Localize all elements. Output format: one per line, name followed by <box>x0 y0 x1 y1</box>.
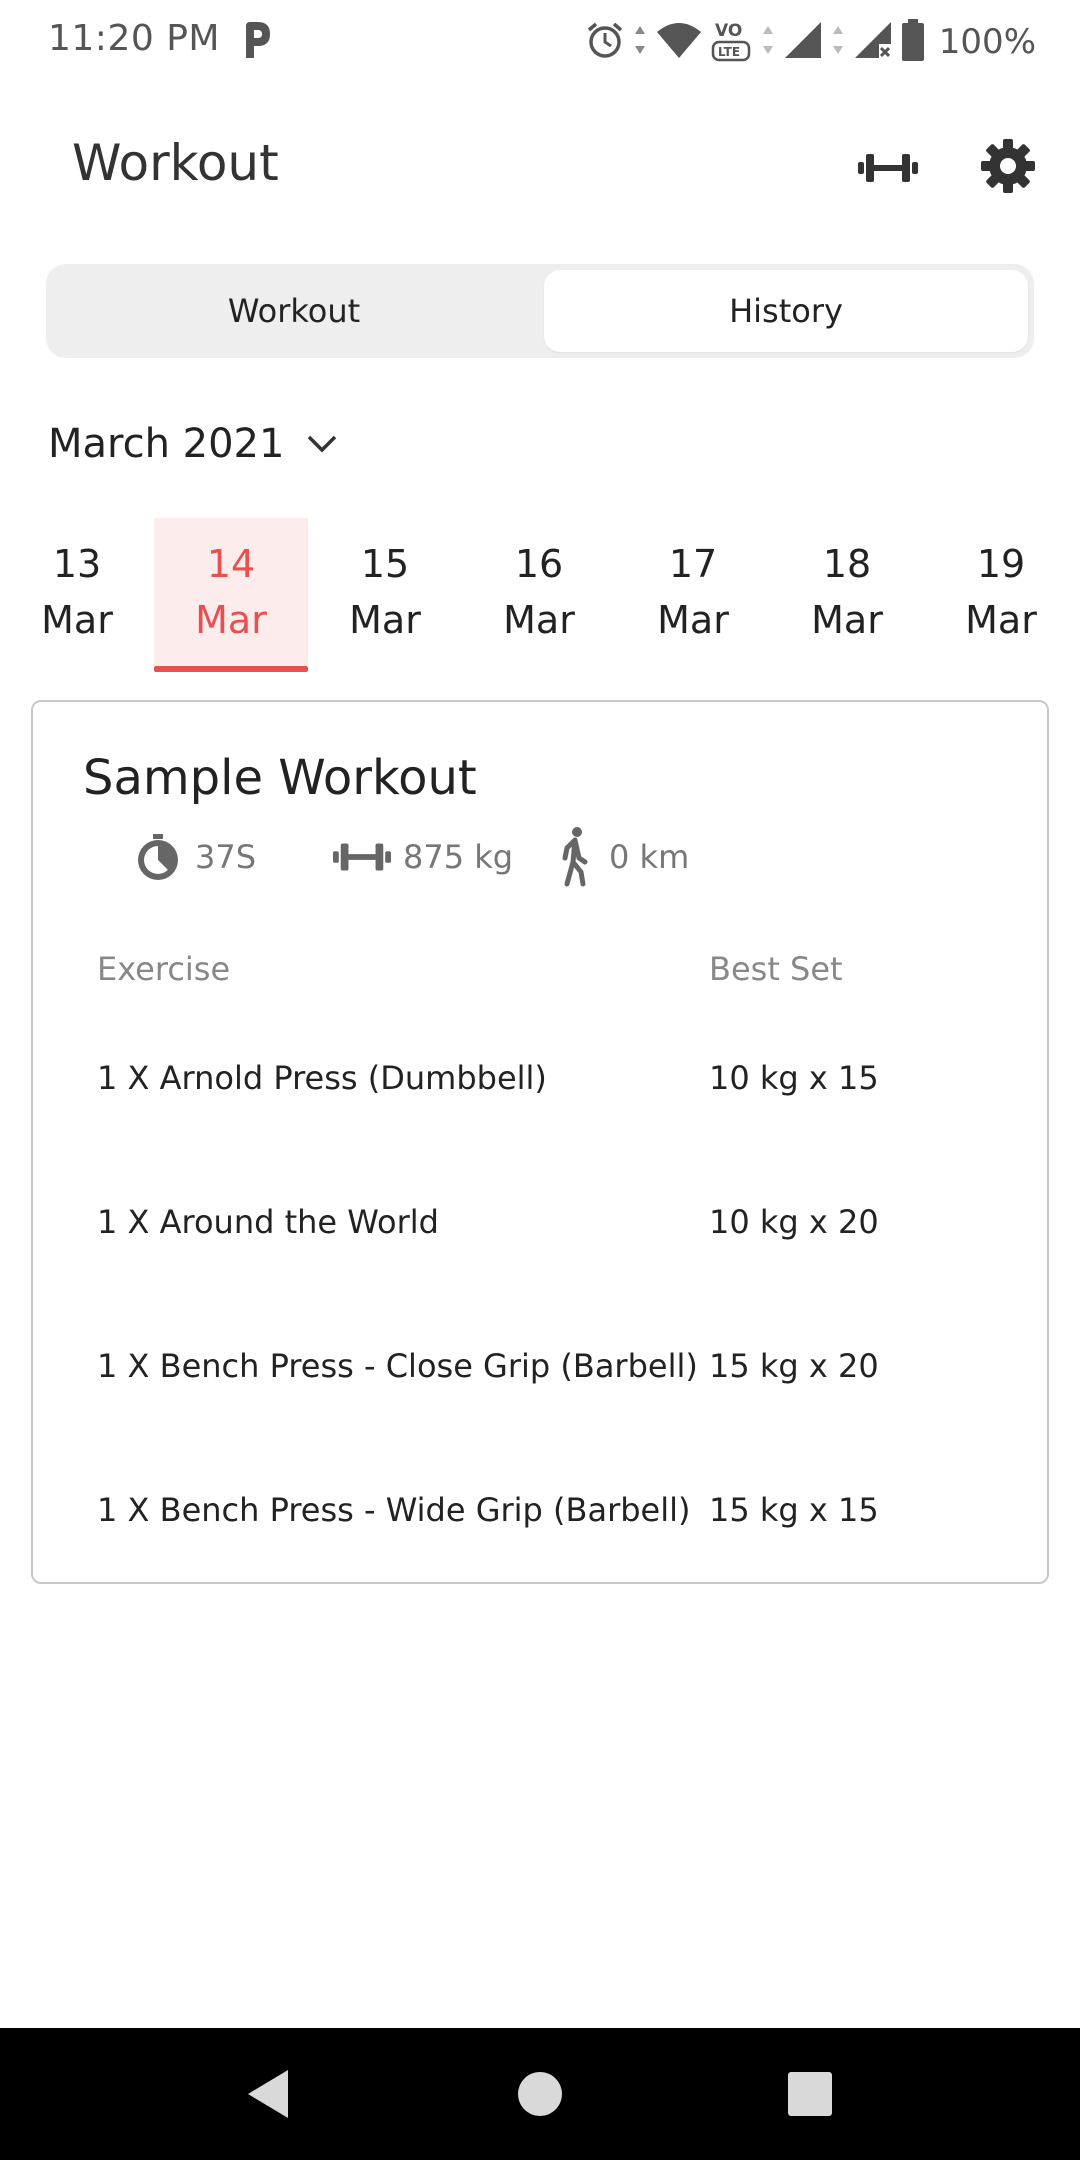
exercise-name: 1 X Around the World <box>97 1203 439 1241</box>
workout-card[interactable]: Sample Workout 37S 875 kg 0 km Exercise … <box>31 700 1049 1584</box>
date-day: 13 <box>52 542 102 586</box>
date-day: 16 <box>514 542 564 586</box>
exercise-column-header: Exercise <box>97 950 231 988</box>
date-item-14[interactable]: 14 Mar <box>154 518 308 672</box>
date-month: Mar <box>41 598 113 642</box>
status-time: 11:20 PM <box>48 18 220 59</box>
exercise-best-set: 15 kg x 20 <box>709 1347 879 1385</box>
date-item-16[interactable]: 16 Mar <box>462 518 616 666</box>
view-tabs: Workout History <box>46 264 1034 358</box>
exercise-best-set: 10 kg x 15 <box>709 1059 879 1097</box>
stat-duration: 37S <box>133 822 256 892</box>
home-button[interactable] <box>510 2064 570 2124</box>
alarm-icon <box>585 20 625 64</box>
date-day: 14 <box>206 542 256 586</box>
exercise-row: 1 X Arnold Press (Dumbbell) 10 kg x 15 <box>33 1038 1047 1118</box>
signal-no-data-icon <box>853 20 893 64</box>
svg-text:LTE: LTE <box>718 45 740 59</box>
date-item-15[interactable]: 15 Mar <box>308 518 462 666</box>
distance-value: 0 km <box>609 838 690 876</box>
duration-value: 37S <box>195 838 257 876</box>
system-nav-bar <box>0 2028 1080 2160</box>
dumbbell-icon <box>333 843 391 871</box>
exercise-row: 1 X Around the World 10 kg x 20 <box>33 1182 1047 1262</box>
date-month: Mar <box>349 598 421 642</box>
stat-distance: 0 km <box>553 822 689 892</box>
date-item-13[interactable]: 13 Mar <box>0 518 154 666</box>
dumbbell-icon <box>858 154 918 182</box>
month-label: March 2021 <box>48 421 285 467</box>
status-bar: 11:20 PM VO LTE 100% <box>0 0 1080 84</box>
dumbbell-button[interactable] <box>852 132 924 204</box>
exercise-best-set: 10 kg x 20 <box>709 1203 879 1241</box>
exercise-row: 1 X Bench Press - Wide Grip (Barbell) 15… <box>33 1470 1047 1550</box>
walking-person-icon <box>562 827 588 887</box>
recents-icon <box>788 2072 832 2116</box>
back-button[interactable] <box>238 2064 298 2124</box>
p-app-icon <box>236 18 276 62</box>
tab-history[interactable]: History <box>544 270 1028 352</box>
status-icons: VO LTE 100% <box>585 16 1036 68</box>
date-month: Mar <box>195 598 267 642</box>
exercise-name: 1 X Bench Press - Wide Grip (Barbell) <box>97 1491 691 1529</box>
date-strip: 13 Mar 14 Mar 15 Mar 16 Mar 17 Mar 18 Ma… <box>0 518 1080 672</box>
data-arrows-icon-2 <box>761 20 775 64</box>
battery-percent: 100% <box>938 22 1036 62</box>
screen: 11:20 PM VO LTE 100% Workout Workout His… <box>0 0 1080 2160</box>
volume-value: 875 kg <box>403 838 514 876</box>
page-title: Workout <box>72 134 279 192</box>
signal-icon <box>783 20 823 64</box>
app-bar: Workout <box>0 84 1080 244</box>
date-day: 18 <box>822 542 872 586</box>
battery-icon <box>901 19 925 65</box>
exercise-row: 1 X Bench Press - Close Grip (Barbell) 1… <box>33 1326 1047 1406</box>
date-item-18[interactable]: 18 Mar <box>770 518 924 666</box>
date-month: Mar <box>811 598 883 642</box>
settings-gear-icon <box>981 139 1035 193</box>
date-month: Mar <box>965 598 1037 642</box>
data-arrows-icon <box>633 20 647 64</box>
best-set-column-header: Best Set <box>709 950 843 988</box>
date-item-17[interactable]: 17 Mar <box>616 518 770 666</box>
back-icon <box>248 2070 288 2118</box>
tab-workout[interactable]: Workout <box>46 264 542 358</box>
exercise-name: 1 X Bench Press - Close Grip (Barbell) <box>97 1347 698 1385</box>
home-icon <box>518 2072 562 2116</box>
data-arrows-icon-3 <box>831 20 845 64</box>
chevron-down-icon <box>308 435 337 453</box>
date-day: 19 <box>976 542 1026 586</box>
date-item-19[interactable]: 19 Mar <box>924 518 1078 666</box>
exercise-best-set: 15 kg x 15 <box>709 1491 879 1529</box>
settings-button[interactable] <box>972 130 1044 202</box>
date-month: Mar <box>657 598 729 642</box>
volte-icon: VO LTE <box>711 16 753 68</box>
stat-volume: 875 kg <box>333 822 513 892</box>
date-day: 17 <box>668 542 718 586</box>
recents-button[interactable] <box>780 2064 840 2124</box>
stopwatch-icon <box>138 834 178 880</box>
svg-text:VO: VO <box>715 21 742 41</box>
month-selector[interactable]: March 2021 <box>48 414 338 474</box>
wifi-icon <box>655 20 703 64</box>
date-day: 15 <box>360 542 410 586</box>
workout-title: Sample Workout <box>83 750 477 806</box>
exercise-name: 1 X Arnold Press (Dumbbell) <box>97 1059 547 1097</box>
date-month: Mar <box>503 598 575 642</box>
workout-stats: 37S 875 kg 0 km <box>133 822 933 892</box>
